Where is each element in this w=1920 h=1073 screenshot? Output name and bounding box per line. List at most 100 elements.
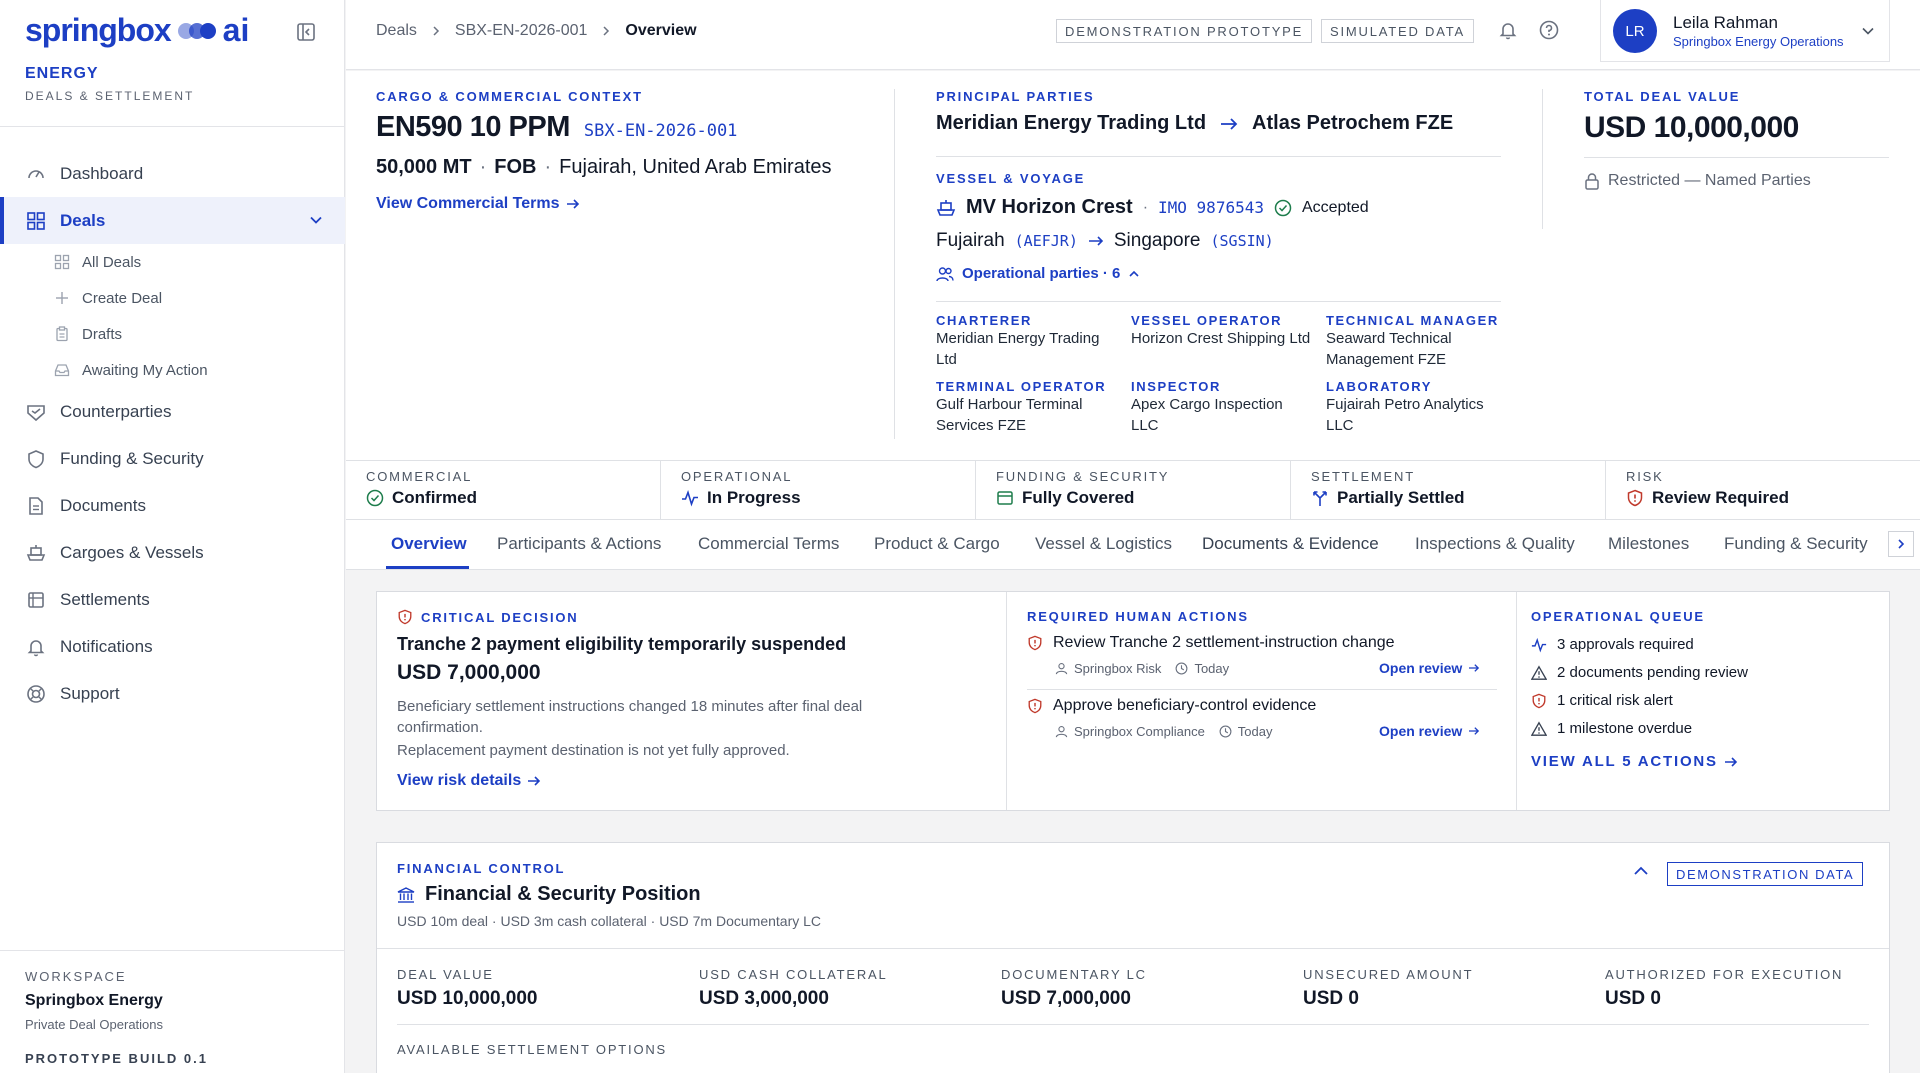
sidebar-item-dashboard[interactable]: Dashboard: [0, 150, 345, 197]
origin-port: Fujairah: [936, 230, 1005, 251]
sidebar-subitem-create-deal[interactable]: Create Deal: [0, 280, 345, 316]
breadcrumb: Deals SBX-EN-2026-001 Overview: [376, 22, 697, 40]
financial-summary: USD 10m deal · USD 3m cash collateral · …: [397, 913, 822, 929]
status-label: RISK: [1626, 469, 1664, 484]
sidebar-item-cargoes-vessels[interactable]: Cargoes & Vessels: [0, 529, 345, 576]
shield-alert-icon: [1028, 635, 1042, 651]
queue-item-risk[interactable]: 1 critical risk alert: [1531, 692, 1673, 709]
human-actions-label: REQUIRED HUMAN ACTIONS: [1027, 609, 1249, 624]
tab-milestones[interactable]: Milestones: [1608, 534, 1689, 554]
action-meta: Springbox Risk Today: [1055, 661, 1229, 676]
ledger-icon: [28, 591, 44, 608]
help-button[interactable]: [1539, 20, 1559, 40]
tab-funding-security[interactable]: Funding & Security: [1724, 534, 1868, 554]
status-value: Partially Settled: [1337, 488, 1465, 507]
queue-item-approvals[interactable]: 3 approvals required: [1531, 636, 1694, 653]
open-review-link[interactable]: Open review: [1379, 660, 1480, 676]
sidebar-subitem-label: Create Deal: [82, 289, 163, 307]
op-role: VESSEL OPERATOR: [1131, 313, 1283, 328]
op-name: Seaward Technical Management FZE: [1326, 330, 1452, 368]
status-commercial[interactable]: COMMERCIAL Confirmed: [346, 461, 661, 519]
sidebar-item-counterparties[interactable]: Counterparties: [0, 388, 345, 435]
sidebar-item-documents[interactable]: Documents: [0, 482, 345, 529]
restriction-row: Restricted — Named Parties: [1584, 172, 1811, 190]
queue-item-milestone[interactable]: 1 milestone overdue: [1531, 720, 1692, 737]
link-label: Open review: [1379, 660, 1463, 676]
metric-label: DEAL VALUE: [397, 967, 494, 982]
chevron-right-icon: [603, 26, 610, 36]
help-icon: [1539, 20, 1559, 40]
seller-name[interactable]: Meridian Energy Trading Ltd: [936, 112, 1206, 135]
status-settlement[interactable]: SETTLEMENT Partially Settled: [1291, 461, 1606, 519]
user-icon: [1055, 726, 1068, 738]
workspace-name[interactable]: Springbox Energy: [25, 992, 163, 1010]
sidebar-item-settlements[interactable]: Settlements: [0, 576, 345, 623]
view-commercial-terms-link[interactable]: View Commercial Terms: [376, 195, 580, 213]
brand-logo[interactable]: springbox ai: [25, 12, 249, 49]
status-funding[interactable]: FUNDING & SECURITY Fully Covered: [976, 461, 1291, 519]
queue-item-text: 2 documents pending review: [1557, 664, 1748, 681]
user-menu[interactable]: LR Leila Rahman Springbox Energy Operati…: [1600, 0, 1890, 62]
deal-header: CARGO & COMMERCIAL CONTEXT EN590 10 PPM …: [346, 71, 1920, 460]
tab-commercial-terms[interactable]: Commercial Terms: [698, 534, 839, 554]
grid-small-icon: [54, 254, 70, 270]
chevron-down-icon[interactable]: [309, 213, 323, 227]
open-review-link[interactable]: Open review: [1379, 723, 1480, 739]
deal-value-label: TOTAL DEAL VALUE: [1584, 89, 1741, 104]
toggle-label: Operational parties · 6: [962, 265, 1121, 282]
sidebar-item-support[interactable]: Support: [0, 670, 345, 717]
cargo-incoterm: FOB: [494, 156, 537, 178]
tabs-scroll-right-button[interactable]: [1888, 531, 1914, 557]
tab-inspections[interactable]: Inspections & Quality: [1415, 534, 1575, 554]
destination-code: (SGSIN): [1210, 232, 1274, 250]
collapse-financial-button[interactable]: [1633, 865, 1649, 877]
vessel-imo: IMO 9876543: [1158, 198, 1264, 217]
vessel-name[interactable]: MV Horizon Crest: [966, 196, 1133, 219]
collapse-sidebar-button[interactable]: [296, 22, 316, 42]
sidebar-item-label: Deals: [60, 210, 106, 230]
bank-icon: [397, 886, 415, 903]
status-operational[interactable]: OPERATIONAL In Progress: [661, 461, 976, 519]
notifications-button[interactable]: [1498, 20, 1518, 40]
sidebar-item-notifications[interactable]: Notifications: [0, 623, 345, 670]
tab-bar: Overview Participants & Actions Commerci…: [346, 520, 1920, 570]
sidebar-subitem-all-deals[interactable]: All Deals: [0, 244, 345, 280]
users-icon: [936, 266, 954, 281]
tab-overview[interactable]: Overview: [391, 534, 467, 554]
queue-item-documents[interactable]: 2 documents pending review: [1531, 664, 1748, 681]
restriction-text: Restricted — Named Parties: [1608, 172, 1811, 189]
status-value-row: Fully Covered: [996, 488, 1290, 508]
view-all-actions-link[interactable]: VIEW ALL 5 ACTIONS: [1531, 753, 1738, 770]
sidebar-item-label: Cargoes & Vessels: [60, 542, 204, 562]
sidebar-subitem-drafts[interactable]: Drafts: [0, 316, 345, 352]
link-label: Open review: [1379, 723, 1463, 739]
action-item: Approve beneficiary-control evidence Spr…: [1027, 697, 1497, 739]
chevron-down-icon: [1862, 27, 1874, 35]
view-risk-details-link[interactable]: View risk details: [397, 772, 541, 790]
tab-participants[interactable]: Participants & Actions: [497, 534, 661, 554]
breadcrumb-deal-id[interactable]: SBX-EN-2026-001: [455, 22, 588, 40]
financial-title: Financial & Security Position: [425, 883, 701, 905]
metric-unsecured: UNSECURED AMOUNT USD 0: [1303, 967, 1473, 1010]
critical-title: Tranche 2 payment eligibility temporaril…: [397, 634, 847, 654]
tab-vessel-logistics[interactable]: Vessel & Logistics: [1035, 534, 1172, 554]
wallet-icon: [997, 491, 1013, 505]
operational-parties-toggle[interactable]: Operational parties · 6: [936, 265, 1140, 282]
sidebar-item-label: Documents: [60, 495, 146, 515]
arrow-right-icon: [528, 776, 541, 786]
tab-product-cargo[interactable]: Product & Cargo: [874, 534, 1000, 554]
metric-label: UNSECURED AMOUNT: [1303, 967, 1474, 982]
divider: [1027, 689, 1497, 690]
sidebar-subitem-awaiting[interactable]: Awaiting My Action: [0, 352, 345, 388]
clock-icon: [1175, 662, 1188, 675]
breadcrumb-deals[interactable]: Deals: [376, 22, 417, 40]
sidebar-subitem-label: Drafts: [82, 325, 123, 343]
tab-documents[interactable]: Documents & Evidence: [1202, 534, 1379, 554]
sidebar-item-deals[interactable]: Deals: [0, 197, 345, 244]
user-icon: [1055, 663, 1068, 675]
action-when: Today: [1194, 661, 1230, 676]
buyer-name[interactable]: Atlas Petrochem FZE: [1252, 112, 1453, 135]
sidebar-item-funding-security[interactable]: Funding & Security: [0, 435, 345, 482]
queue-label: OPERATIONAL QUEUE: [1531, 609, 1705, 624]
status-risk[interactable]: RISK Review Required: [1606, 461, 1920, 519]
